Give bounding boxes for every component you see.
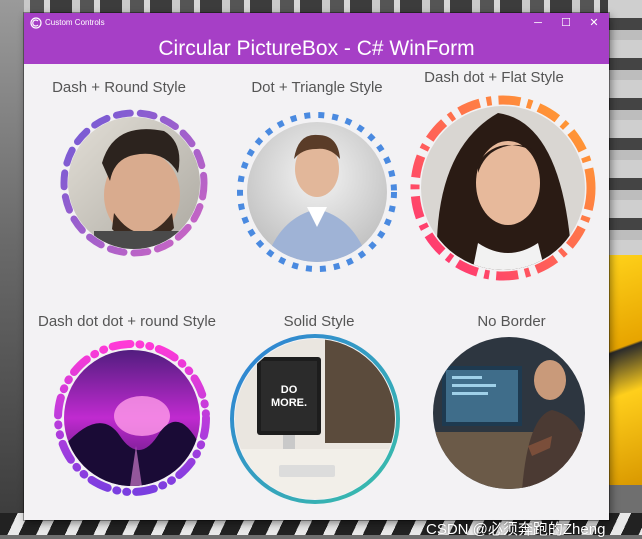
maximize-button[interactable]: ☐ [552,13,580,33]
watermark-text: CSDN @必须奔跑的Zheng [426,521,606,538]
man-in-shirt-photo [247,122,387,262]
minimize-button[interactable]: ─ [524,13,552,33]
header-band: Circular PictureBox - C# WinForm [24,33,609,64]
app-window: Custom Controls ─ ☐ ✕ Circular PictureBo… [24,13,609,538]
label-dash-round: Dash + Round Style [52,79,186,96]
label-dot-triangle: Dot + Triangle Style [251,79,383,96]
man-portrait-photo [68,117,200,249]
app-icon [30,17,42,29]
circular-picturebox-dashdot-flat[interactable] [408,93,598,283]
circular-picturebox-dashdotdot-round[interactable] [50,336,214,500]
svg-text:MORE.: MORE. [271,397,307,409]
svg-text:DO: DO [281,384,298,396]
close-button[interactable]: ✕ [580,13,608,33]
circular-picturebox-dot-triangle[interactable] [234,109,400,275]
background-taxi [608,255,642,485]
label-solid: Solid Style [283,313,355,330]
woman-portrait-photo [421,106,585,270]
circular-picturebox-dash-round[interactable] [54,103,214,263]
background-building-right [608,0,642,260]
window-title: Custom Controls [45,18,105,27]
label-dashdot-flat: Dash dot + Flat Style [424,69,564,86]
programmer-photo [433,337,585,489]
background-building-left [0,0,24,535]
background-building-top [0,0,642,14]
label-dashdotdot-round: Dash dot dot + round Style [37,313,217,330]
page-title: Circular PictureBox - C# WinForm [158,37,475,60]
label-no-border: No Border [477,313,546,330]
circular-picturebox-no-border[interactable] [432,336,586,490]
window-titlebar[interactable]: Custom Controls ─ ☐ ✕ [24,13,609,33]
purple-landscape-photo [64,350,200,486]
circular-picturebox-solid[interactable]: DO MORE. [229,333,401,505]
desk-setup-photo: DO MORE. [235,339,395,499]
